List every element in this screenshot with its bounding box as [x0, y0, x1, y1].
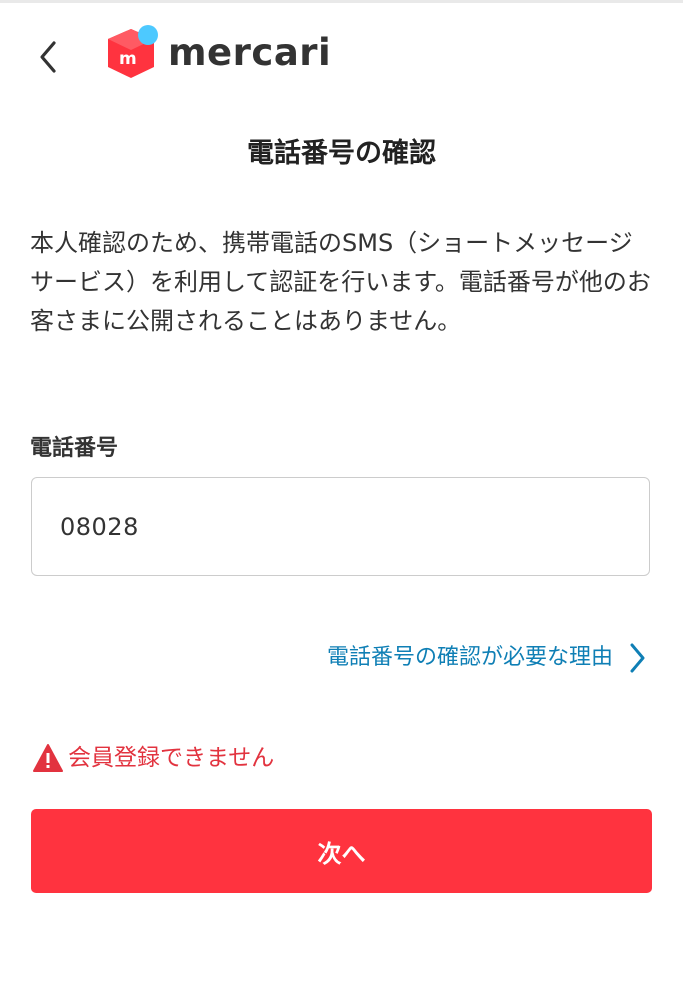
why-verify-label: 電話番号の確認が必要な理由 — [326, 645, 613, 670]
phone-number-value: 08028 — [60, 512, 139, 541]
logo-text: mercari — [168, 30, 332, 74]
warning-icon — [32, 743, 64, 773]
back-button[interactable] — [26, 35, 70, 79]
chevron-right-icon — [627, 641, 647, 675]
phone-verification-screen: m mercari 電話番号の確認 本人確認のため、携帯電話のSMS（ショートメ… — [0, 0, 683, 999]
phone-number-input[interactable]: 08028 — [31, 477, 650, 576]
error-message: 会員登録できません — [32, 741, 274, 775]
phone-label: 電話番号 — [30, 436, 119, 461]
mercari-logo-icon: m — [108, 25, 158, 78]
header: m mercari — [0, 3, 683, 103]
next-button[interactable]: 次へ — [31, 809, 652, 893]
svg-text:m: m — [119, 49, 137, 69]
description-text: 本人確認のため、携帯電話のSMS（ショートメッセージサービス）を利用して認証を行… — [30, 229, 651, 335]
chevron-left-icon — [40, 41, 56, 73]
error-text: 会員登録できません — [68, 745, 275, 771]
page-title: 電話番号の確認 — [247, 138, 436, 169]
why-verify-link[interactable]: 電話番号の確認が必要な理由 — [327, 640, 647, 676]
mercari-logo: m mercari — [104, 23, 331, 79]
